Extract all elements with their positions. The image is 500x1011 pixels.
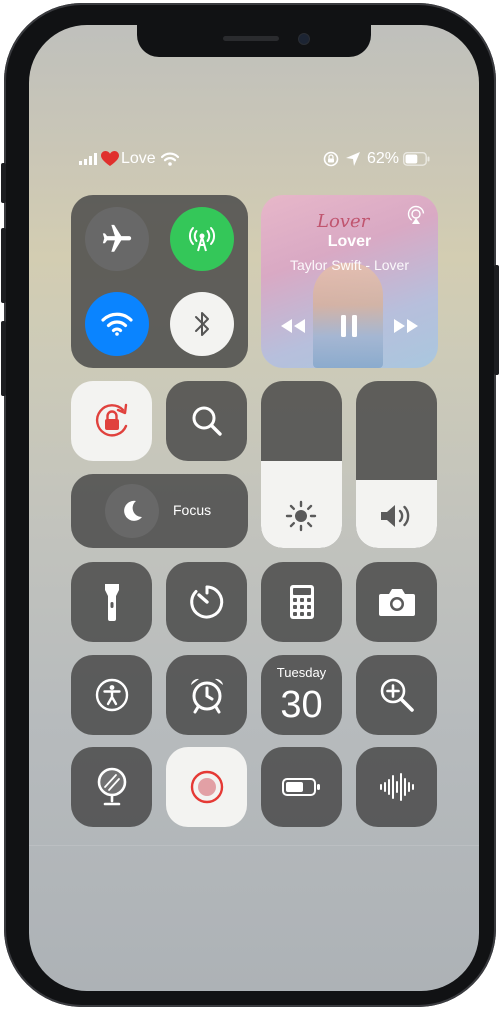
pause-icon[interactable] [339, 314, 359, 338]
airplay-icon[interactable] [406, 205, 426, 225]
brightness-slider[interactable] [261, 381, 342, 548]
accessibility-icon [95, 678, 128, 712]
cellular-data-toggle[interactable] [170, 207, 234, 271]
alarm-clock-icon [190, 678, 223, 714]
mute-switch [1, 163, 6, 203]
connectivity-module [71, 195, 248, 368]
airplane-mode-toggle[interactable] [85, 207, 149, 271]
status-bar-left: Love [79, 149, 179, 169]
calendar-widget[interactable]: Tuesday 30 [261, 655, 342, 735]
timer-button[interactable] [166, 562, 247, 642]
location-arrow-icon [345, 152, 360, 166]
cellular-signal-icon [79, 153, 97, 165]
camera-icon [378, 589, 415, 616]
bluetooth-toggle[interactable] [170, 292, 234, 356]
accessibility-button[interactable] [71, 655, 152, 735]
notch [137, 25, 371, 57]
volume-slider[interactable] [356, 381, 437, 548]
mirror-button[interactable] [71, 747, 152, 827]
moon-icon [124, 500, 142, 521]
earpiece-speaker [223, 36, 279, 41]
volume-down-button [1, 321, 6, 396]
calendar-day-number: 30 [280, 684, 323, 726]
magnifier-button[interactable] [356, 655, 437, 735]
flashlight-button[interactable] [71, 562, 152, 642]
focus-icon-circle [105, 484, 159, 538]
cellular-antenna-icon [189, 227, 215, 252]
alarm-button[interactable] [166, 655, 247, 735]
battery-percent: 62% [366, 150, 399, 167]
screen-record-icon [190, 770, 223, 804]
search-button[interactable] [166, 381, 247, 461]
calculator-button[interactable] [261, 562, 342, 642]
status-bar-right: 62% [323, 149, 431, 169]
orientation-lock-status-icon [323, 151, 339, 167]
volume-up-button [1, 228, 6, 303]
wifi-status-icon [160, 152, 179, 166]
mirror-icon [97, 767, 126, 806]
rotation-lock-toggle[interactable] [71, 381, 152, 461]
bottom-divider [29, 845, 479, 846]
rewind-icon[interactable] [280, 318, 306, 334]
song-title: Lover [327, 233, 372, 250]
sound-recognition-button[interactable] [356, 747, 437, 827]
magnifier-icon [380, 678, 414, 712]
flashlight-icon [104, 584, 119, 621]
focus-label: Focus [173, 502, 212, 518]
search-icon [192, 406, 222, 436]
album-script-title: Lover [317, 211, 370, 232]
fast-forward-icon[interactable] [393, 318, 419, 334]
wifi-toggle[interactable] [85, 292, 149, 356]
side-button [494, 265, 499, 375]
camera-button[interactable] [356, 562, 437, 642]
airplane-icon [102, 224, 132, 252]
low-power-button[interactable] [261, 747, 342, 827]
screen-record-button[interactable] [166, 747, 247, 827]
artist-album: Taylor Swift - Lover [289, 257, 410, 273]
low-power-battery-icon [281, 778, 320, 796]
phone-frame: Love 62% Lover Lover Taylor Swift - Love… [1, 3, 499, 1007]
brightness-icon [285, 500, 317, 532]
timer-icon [189, 585, 223, 619]
focus-button[interactable]: Focus [71, 474, 248, 548]
volume-icon [381, 505, 410, 527]
rotation-lock-icon [95, 403, 127, 437]
bluetooth-icon [195, 312, 209, 336]
calculator-icon [289, 585, 314, 619]
front-camera [299, 34, 309, 44]
carrier-name: Love [121, 150, 156, 167]
sound-recognition-icon [379, 773, 414, 801]
control-center-screen: Love 62% Lover Lover Taylor Swift - Love… [29, 25, 479, 991]
now-playing-module[interactable]: Lover Lover Taylor Swift - Lover [261, 195, 438, 368]
wifi-icon [101, 312, 133, 336]
battery-icon [403, 152, 430, 166]
calendar-day-name: Tuesday [276, 665, 327, 680]
heart-icon [101, 151, 119, 166]
